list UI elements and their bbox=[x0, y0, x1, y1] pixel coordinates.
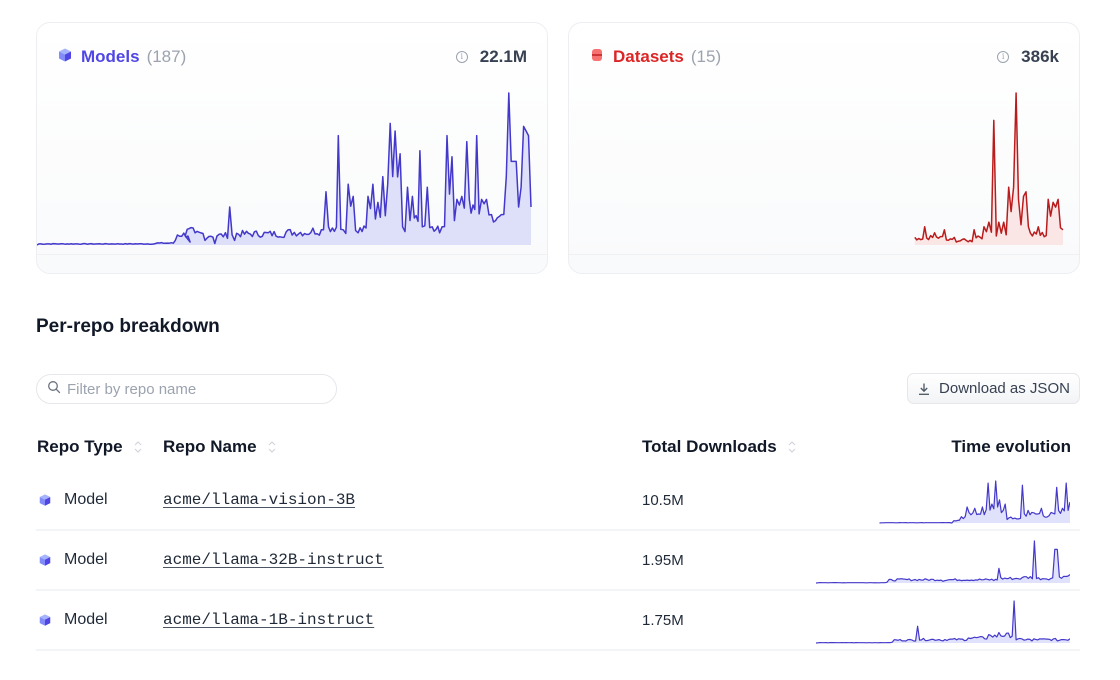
sort-icon[interactable] bbox=[787, 439, 797, 455]
series-area bbox=[816, 601, 1070, 643]
repo-type-cell: Model bbox=[38, 491, 108, 509]
cube-icon bbox=[39, 554, 51, 566]
column-header-total-downloads[interactable]: Total Downloads bbox=[642, 437, 797, 457]
table-row[interactable]: Model acme/llama-32B-instruct 1.95M bbox=[36, 531, 1080, 591]
series-line bbox=[816, 540, 1070, 584]
column-header-time-evolution: Time evolution bbox=[951, 437, 1071, 457]
column-label: Repo Type bbox=[37, 437, 123, 456]
repo-type-cell: Model bbox=[38, 551, 108, 569]
series-area bbox=[37, 93, 531, 245]
models-total-value: 22.1M bbox=[479, 47, 527, 66]
filter-input[interactable] bbox=[67, 380, 317, 398]
download-json-button[interactable]: Download as JSON bbox=[907, 373, 1080, 404]
section-title: Per-repo breakdown bbox=[36, 316, 220, 337]
models-card-title[interactable]: Models bbox=[81, 47, 140, 67]
column-label: Repo Name bbox=[163, 437, 257, 456]
repo-type-label: Model bbox=[64, 491, 108, 508]
series-line bbox=[816, 600, 1070, 644]
datasets-total-value: 386k bbox=[1021, 47, 1059, 66]
column-header-repo-type[interactable]: Repo Type bbox=[37, 437, 143, 457]
time-evolution-sparkline bbox=[816, 540, 1070, 584]
info-icon[interactable]: i bbox=[455, 51, 468, 63]
table-row[interactable]: Model acme/llama-vision-3B 10.5M bbox=[36, 471, 1080, 531]
time-evolution-sparkline bbox=[879, 480, 1070, 524]
repo-type-label: Model bbox=[64, 611, 108, 628]
search-icon bbox=[47, 380, 61, 399]
table-row[interactable]: Model acme/llama-1B-instruct 1.75M bbox=[36, 591, 1080, 651]
repo-name-link[interactable]: acme/llama-32B-instruct bbox=[163, 551, 384, 569]
column-label: Time evolution bbox=[951, 437, 1071, 456]
cube-icon bbox=[39, 614, 51, 626]
column-header-repo-name[interactable]: Repo Name bbox=[163, 437, 277, 457]
time-evolution-sparkline bbox=[816, 600, 1070, 644]
total-downloads: 10.5M bbox=[642, 492, 684, 509]
series-area bbox=[879, 481, 1070, 523]
filter-field[interactable] bbox=[36, 374, 337, 404]
cube-icon bbox=[39, 494, 51, 506]
info-icon[interactable]: i bbox=[997, 51, 1010, 63]
column-label: Total Downloads bbox=[642, 437, 777, 456]
models-card-header: Models (187) i 22.1M bbox=[57, 45, 527, 69]
database-icon bbox=[589, 47, 605, 68]
repo-name-link[interactable]: acme/llama-vision-3B bbox=[163, 491, 355, 509]
datasets-summary-card: Datasets (15) i 386k bbox=[568, 22, 1080, 274]
total-downloads: 1.75M bbox=[642, 612, 684, 629]
models-total: i 22.1M bbox=[455, 47, 527, 67]
series-line bbox=[914, 92, 1064, 243]
datasets-card-header: Datasets (15) i 386k bbox=[589, 45, 1059, 69]
repo-name-link[interactable]: acme/llama-1B-instruct bbox=[163, 611, 374, 629]
sort-icon[interactable] bbox=[133, 439, 143, 455]
sort-icon[interactable] bbox=[267, 439, 277, 455]
models-downloads-chart bbox=[37, 92, 532, 246]
total-downloads: 1.95M bbox=[642, 552, 684, 569]
series-area bbox=[816, 541, 1070, 583]
datasets-card-title[interactable]: Datasets bbox=[613, 47, 684, 67]
models-summary-card: Models (187) i 22.1M bbox=[36, 22, 548, 274]
datasets-total: i 386k bbox=[997, 47, 1059, 67]
datasets-count: (15) bbox=[690, 47, 722, 66]
datasets-downloads-chart bbox=[914, 92, 1064, 245]
repo-type-label: Model bbox=[64, 551, 108, 568]
models-count: (187) bbox=[146, 47, 187, 66]
repo-type-cell: Model bbox=[38, 611, 108, 629]
cube-icon bbox=[57, 47, 73, 68]
download-json-label: Download as JSON bbox=[939, 380, 1070, 397]
download-icon bbox=[919, 383, 930, 395]
